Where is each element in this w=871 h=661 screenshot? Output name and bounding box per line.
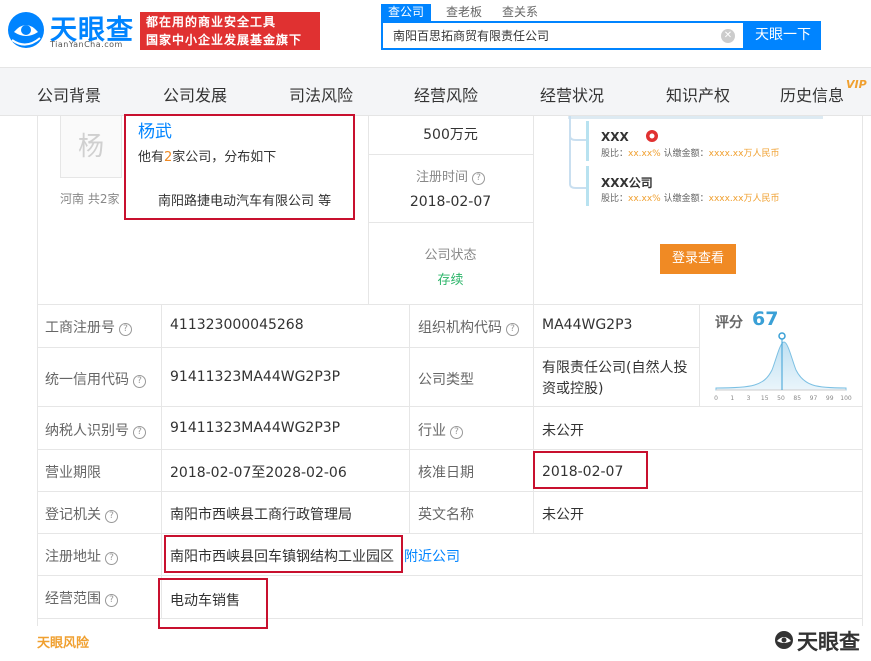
reg-no-value: 411323000045268	[170, 317, 304, 333]
score-tick-label: 97	[810, 395, 818, 402]
main-nav: 公司背景 公司发展 司法风险 经营风险 经营状况 知识产权 历史信息 VIP	[0, 67, 871, 116]
help-icon: ?	[450, 426, 463, 439]
highlight-box-legal-rep	[124, 114, 355, 220]
score-tick-label: 3	[747, 395, 751, 402]
score-tick-label: 0	[714, 395, 718, 402]
nav-operation-status[interactable]: 经营状况	[540, 82, 604, 106]
term-label: 营业期限	[45, 465, 101, 481]
help-icon: ?	[105, 510, 118, 523]
authority-value: 南阳市西峡县工商行政管理局	[170, 507, 352, 523]
reg-time-value: 2018-02-07	[409, 194, 492, 210]
org-code-value: MA44WG2P3	[542, 317, 633, 333]
score-distribution-chart: 0 1 3 15 50 85 97 99 100	[714, 332, 852, 402]
brand-domain: TianYanCha.com	[50, 40, 123, 49]
tab-search-company[interactable]: 查公司	[381, 4, 431, 21]
search-box: ✕	[381, 21, 745, 50]
top-header: 天眼查 TianYanCha.com 都在用的商业安全工具 国家中小企业发展基金…	[0, 0, 871, 66]
shareholder-card[interactable]: XXX 股比：xx.xx% 认缴金额：xxxx.xx万人民币	[586, 121, 822, 161]
taxpayer-value: 91411323MA44WG2P3P	[170, 420, 341, 436]
highlight-box-approve-date	[533, 451, 648, 489]
red-seal-icon	[645, 130, 658, 142]
score-tick-label: 100	[840, 395, 852, 402]
nav-company-background[interactable]: 公司背景	[37, 82, 101, 106]
scope-label: 经营范围?	[45, 588, 118, 608]
registered-capital-value: 500万元	[423, 127, 478, 143]
reg-time-label: 注册时间?	[368, 166, 533, 185]
score-label: 评分	[715, 315, 743, 331]
score-tick-label: 85	[793, 395, 801, 402]
term-value: 2018-02-07至2028-02-06	[170, 465, 347, 481]
help-icon: ?	[133, 426, 146, 439]
footer-logo-text: 天眼查	[797, 630, 860, 654]
region-summary: 河南 共2家	[60, 192, 120, 206]
score-tick-label: 99	[826, 395, 834, 402]
footer-logo-icon	[775, 631, 793, 649]
nav-history-info[interactable]: 历史信息	[780, 82, 844, 106]
status-label: 公司状态	[424, 248, 477, 263]
tree-connector	[569, 116, 586, 189]
legal-rep-avatar[interactable]: 杨	[60, 116, 122, 178]
org-code-label: 组织机构代码?	[418, 317, 519, 337]
help-icon: ?	[105, 552, 118, 565]
industry-value: 未公开	[542, 423, 584, 439]
reg-no-label: 工商注册号?	[45, 317, 132, 337]
shareholder-detail: 股比：xx.xx% 认缴金额：xxxx.xx万人民币	[601, 149, 780, 159]
shareholder-name: XXX公司	[601, 176, 653, 190]
vip-badge: VIP	[846, 78, 867, 91]
credit-code-value: 91411323MA44WG2P3P	[170, 369, 341, 385]
slogan-line-2: 国家中小企业发展基金旗下	[146, 33, 303, 47]
shareholder-detail: 股比：xx.xx% 认缴金额：xxxx.xx万人民币	[601, 194, 780, 204]
approve-date-label: 核准日期	[418, 465, 474, 481]
slogan-line-1: 都在用的商业安全工具	[146, 15, 277, 29]
credit-code-label: 统一信用代码?	[45, 369, 146, 389]
status-value: 存续	[437, 273, 464, 288]
score-tick-label: 15	[761, 395, 769, 402]
login-to-view-button[interactable]: 登录查看	[660, 244, 736, 274]
english-name-value: 未公开	[542, 507, 584, 523]
authority-label: 登记机关?	[45, 504, 118, 524]
tianyancha-logo-icon[interactable]	[6, 10, 46, 50]
search-button[interactable]: 天眼一下	[745, 21, 821, 50]
highlight-box-scope	[158, 578, 268, 629]
nav-operation-risk[interactable]: 经营风险	[414, 82, 478, 106]
nav-company-development[interactable]: 公司发展	[163, 82, 227, 106]
help-icon: ?	[119, 323, 132, 336]
footer-risk-label: 天眼风险	[37, 636, 90, 651]
score-ticks: 0 1 3 15 50 85 97 99 100	[714, 395, 852, 402]
score-tick-label: 50	[777, 395, 785, 402]
nav-legal-risk[interactable]: 司法风险	[289, 82, 353, 106]
tab-search-relation[interactable]: 查关系	[495, 4, 545, 21]
search-input[interactable]	[393, 28, 713, 42]
highlight-box-address	[164, 535, 403, 573]
slogan-banner: 都在用的商业安全工具 国家中小企业发展基金旗下	[140, 12, 320, 50]
help-icon: ?	[506, 323, 519, 336]
taxpayer-label: 纳税人识别号?	[45, 420, 146, 440]
address-label: 注册地址?	[45, 546, 118, 566]
shareholder-name: XXX	[601, 129, 659, 144]
help-icon: ?	[105, 594, 118, 607]
company-type-label: 公司类型	[418, 372, 474, 388]
help-icon: ?	[133, 375, 146, 388]
help-icon: ?	[472, 172, 485, 185]
clear-icon[interactable]: ✕	[721, 29, 735, 43]
tab-search-boss[interactable]: 查老板	[439, 4, 489, 21]
shareholder-card[interactable]: XXX公司 股比：xx.xx% 认缴金额：xxxx.xx万人民币	[586, 166, 822, 206]
nearby-companies-link[interactable]: 附近公司	[404, 546, 460, 566]
score-tick-label: 1	[730, 395, 734, 402]
nav-intellectual-property[interactable]: 知识产权	[666, 82, 730, 106]
score-value: 67	[752, 308, 779, 330]
english-name-label: 英文名称	[418, 507, 474, 523]
industry-label: 行业?	[418, 420, 463, 440]
company-type-value: 有限责任公司(自然人投 资或控股)	[542, 360, 688, 397]
